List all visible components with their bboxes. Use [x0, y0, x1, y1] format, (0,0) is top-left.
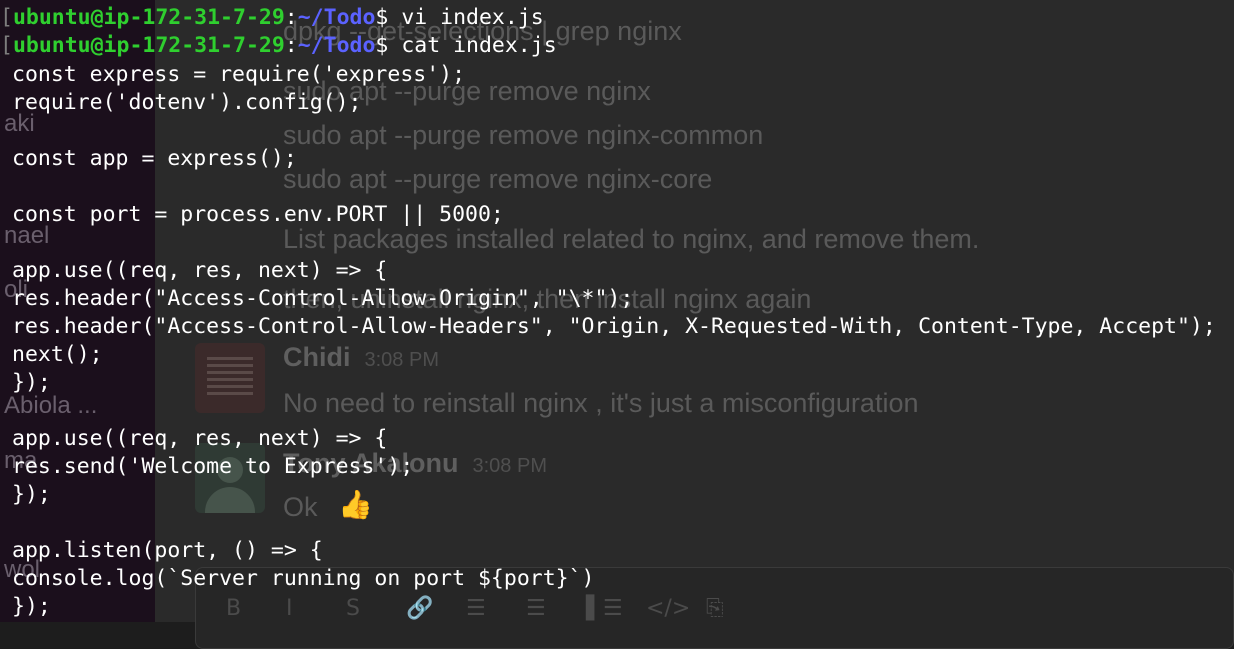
prompt-symbol: $	[375, 33, 389, 58]
terminal-command: cat index.js	[401, 33, 557, 58]
code-line: });	[12, 370, 51, 395]
terminal-prompt-line: [ubuntu@ip-172-31-7-29:~/Todo$ cat index…	[0, 32, 557, 60]
code-line: });	[12, 482, 51, 507]
code-line: const app = express();	[12, 146, 297, 171]
code-line: const express = require('express');	[12, 62, 466, 87]
code-line: app.use((req, res, next) => {	[12, 258, 388, 283]
code-line: console.log(`Server running on port ${po…	[12, 566, 595, 591]
prompt-path: ~/Todo	[297, 5, 376, 30]
prompt-symbol: $	[375, 5, 389, 30]
code-line: require('dotenv').config();	[12, 90, 362, 115]
code-line: res.header("Access-Control-Allow-Headers…	[12, 314, 1216, 339]
code-line: const port = process.env.PORT || 5000;	[12, 202, 504, 227]
terminal-window[interactable]: [ubuntu@ip-172-31-7-29:~/Todo$ vi index.…	[0, 0, 1234, 622]
prompt-colon: :	[284, 33, 298, 58]
terminal-command: vi index.js	[401, 5, 544, 30]
prompt-bracket: [	[0, 33, 13, 58]
code-line: app.listen(port, () => {	[12, 538, 323, 563]
code-line: res.send('Welcome to Express');	[12, 454, 414, 479]
code-line: next();	[12, 342, 103, 367]
code-line: app.use((req, res, next) => {	[12, 426, 388, 451]
prompt-user-host: ubuntu@ip-172-31-7-29	[12, 5, 285, 30]
prompt-colon: :	[284, 5, 298, 30]
code-line: res.header("Access-Control-Allow-Origin"…	[12, 286, 634, 311]
prompt-user-host: ubuntu@ip-172-31-7-29	[12, 33, 285, 58]
code-line: });	[12, 594, 51, 619]
prompt-path: ~/Todo	[297, 33, 376, 58]
terminal-prompt-line: [ubuntu@ip-172-31-7-29:~/Todo$ vi index.…	[0, 4, 544, 32]
prompt-bracket: [	[0, 5, 13, 30]
